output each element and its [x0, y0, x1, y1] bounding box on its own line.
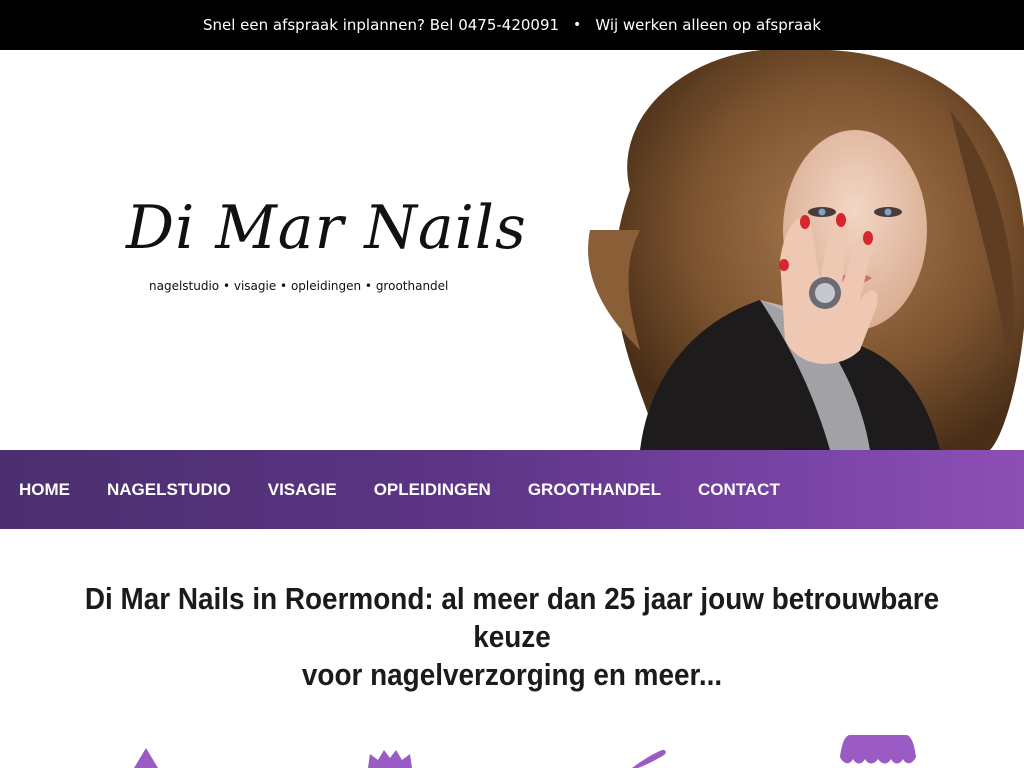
- nav-item-home[interactable]: HOME: [19, 480, 70, 500]
- appointment-text: Wij werken alleen op afspraak: [595, 16, 822, 34]
- headline-line-1: Di Mar Nails in Roermond: al meer dan 25…: [84, 581, 940, 654]
- nail-polish-icon: [134, 748, 158, 768]
- nav-item-contact[interactable]: CONTACT: [698, 480, 780, 500]
- nav-item-groothandel[interactable]: GROOTHANDEL: [528, 480, 661, 500]
- brush-icon: [632, 749, 666, 768]
- separator: •: [573, 17, 582, 33]
- crown-icon: [368, 750, 412, 768]
- call-text[interactable]: Snel een afspraak inplannen? Bel 0475-42…: [203, 16, 559, 34]
- hero-model-image: [570, 50, 1024, 450]
- awning-icon: [840, 735, 916, 764]
- nav-item-nagelstudio[interactable]: NAGELSTUDIO: [107, 480, 231, 500]
- top-info-bar: Snel een afspraak inplannen? Bel 0475-42…: [0, 0, 1024, 50]
- main-navigation: HOME NAGELSTUDIO VISAGIE OPLEIDINGEN GRO…: [0, 450, 1024, 529]
- nav-item-visagie[interactable]: VISAGIE: [268, 480, 337, 500]
- logo-subtitle: nagelstudio • visagie • opleidingen • gr…: [149, 279, 449, 293]
- logo-title[interactable]: Di Mar Nails: [126, 198, 527, 258]
- hero-banner: Di Mar Nails nagelstudio • visagie • opl…: [0, 50, 1024, 450]
- page-headline: Di Mar Nails in Roermond: al meer dan 25…: [51, 580, 973, 694]
- nav-item-opleidingen[interactable]: OPLEIDINGEN: [374, 480, 491, 500]
- headline-line-2: voor nagelverzorging en meer...: [301, 657, 723, 692]
